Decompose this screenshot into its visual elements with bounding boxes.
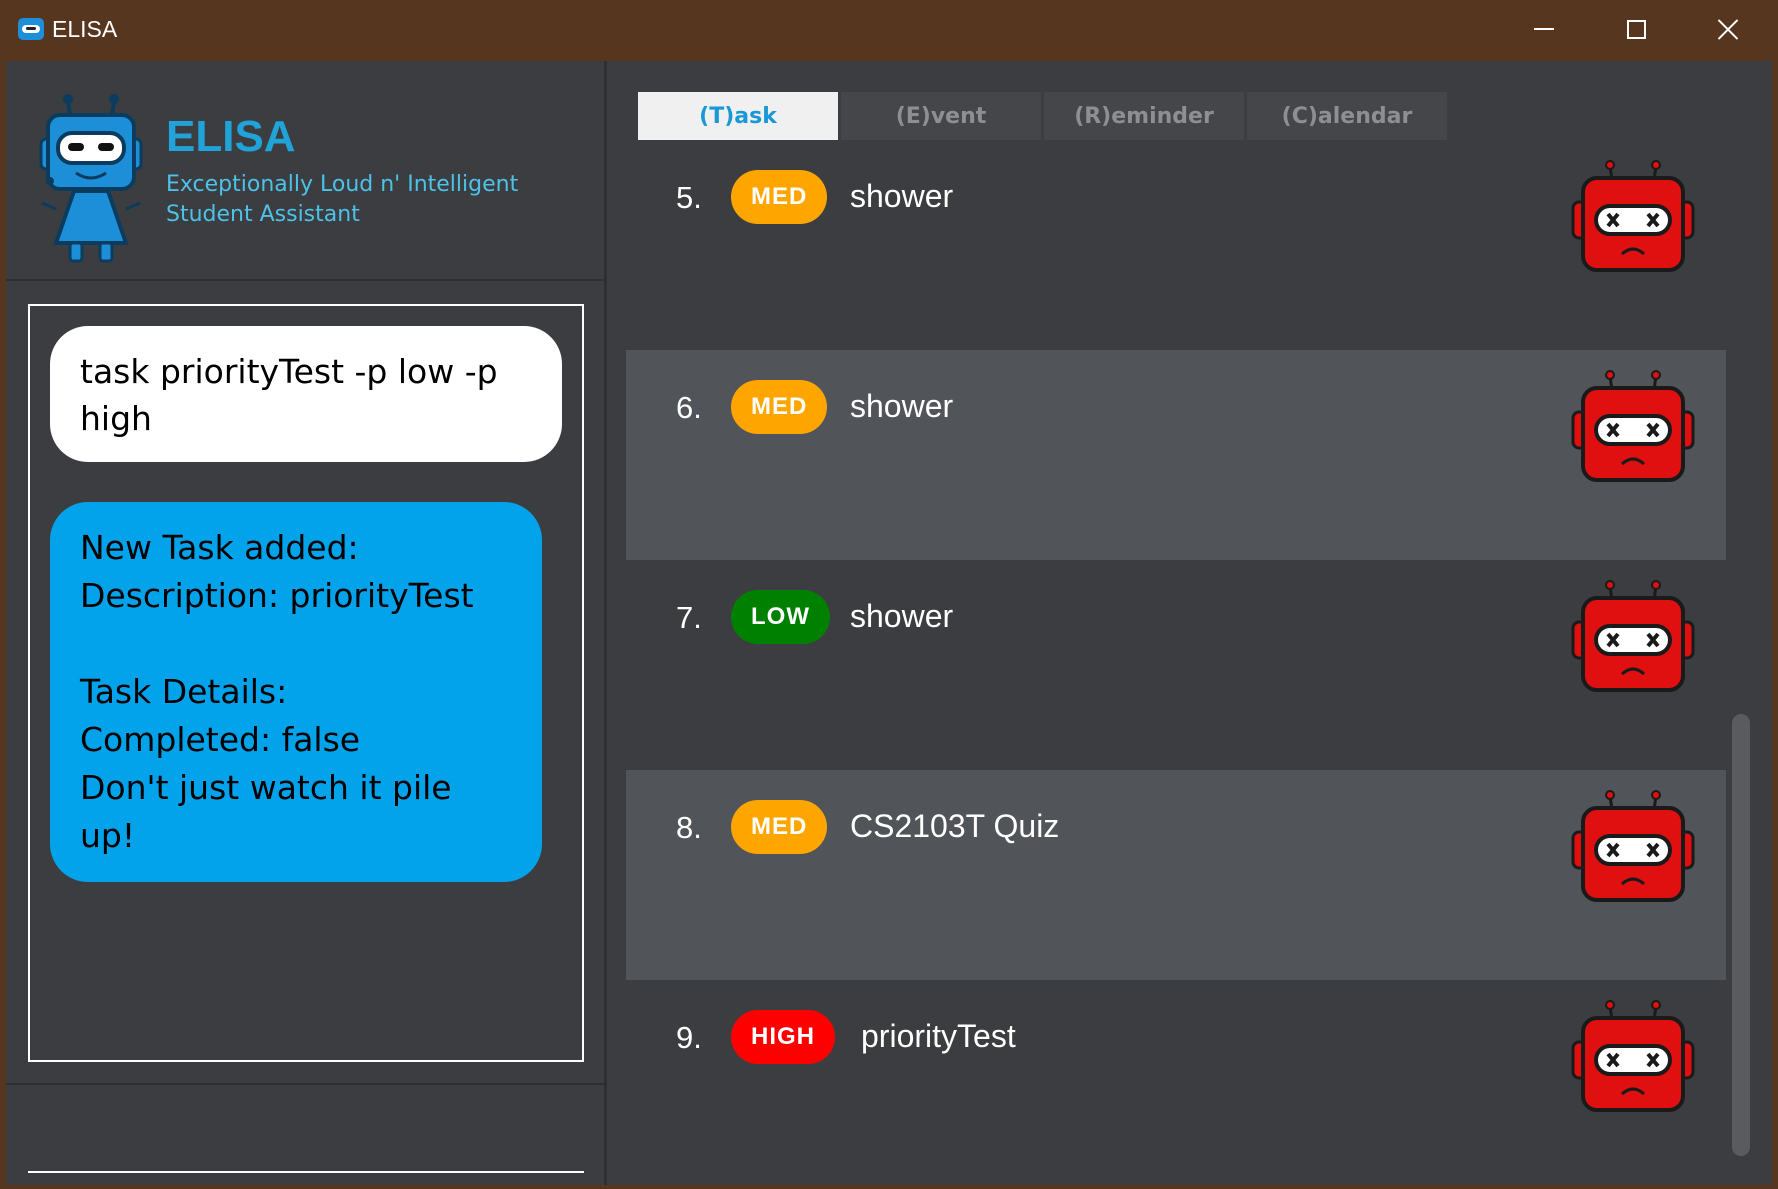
app-brand-name: ELISA [166, 112, 296, 161]
title-bar: ELISA [0, 0, 1778, 58]
priority-badge: MED [731, 380, 828, 434]
task-number: 8. [676, 810, 702, 845]
task-number: 5. [676, 180, 702, 215]
minimize-icon [1534, 28, 1554, 30]
panel-divider [604, 61, 607, 1185]
task-number: 6. [676, 390, 702, 425]
elisa-mascot-icon [39, 94, 143, 263]
chat-history[interactable]: task priorityTest -p low -p high New Tas… [28, 304, 584, 1062]
tab-task[interactable]: (T)ask [638, 92, 838, 140]
bot-message-bubble: New Task added: Description: priorityTes… [50, 502, 542, 882]
window-title: ELISA [52, 16, 118, 42]
task-description: shower [850, 598, 954, 634]
tab-reminder[interactable]: (R)eminder [1044, 92, 1244, 140]
priority-badge: HIGH [731, 1010, 835, 1064]
incomplete-robot-icon [1571, 999, 1695, 1112]
minimize-button[interactable] [1498, 0, 1590, 58]
maximize-button[interactable] [1590, 0, 1682, 58]
user-message-bubble: task priorityTest -p low -p high [50, 326, 562, 462]
task-number: 9. [676, 1020, 702, 1055]
task-description: CS2103T Quiz [850, 808, 1060, 844]
priority-badge: MED [731, 170, 828, 224]
task-row[interactable]: 7. LOW shower [626, 560, 1726, 770]
task-description: shower [850, 178, 954, 214]
task-row[interactable]: 6. MED shower [626, 350, 1726, 560]
task-row[interactable]: 5. MED shower [626, 140, 1726, 350]
task-number: 7. [676, 600, 702, 635]
app-tagline: Exceptionally Loud n' Intelligent Studen… [166, 172, 519, 227]
close-icon [1717, 18, 1739, 40]
tab-calendar[interactable]: (C)alendar [1247, 92, 1447, 140]
task-description: shower [850, 388, 954, 424]
task-list-scrollbar[interactable] [1732, 714, 1750, 1156]
command-input-area[interactable] [6, 1083, 604, 1183]
incomplete-robot-icon [1571, 789, 1695, 902]
priority-badge: MED [731, 800, 828, 854]
view-tabs: (T)ask (E)vent (R)eminder (C)alendar [638, 92, 1450, 140]
close-button[interactable] [1682, 0, 1774, 58]
incomplete-robot-icon [1571, 159, 1695, 272]
incomplete-robot-icon [1571, 369, 1695, 482]
maximize-icon [1626, 19, 1646, 39]
app-icon [18, 18, 44, 40]
tab-event[interactable]: (E)vent [841, 92, 1041, 140]
command-input-field[interactable] [28, 1171, 584, 1173]
task-list[interactable]: 5. MED shower 6. MED shower 7. LOW showe… [626, 140, 1726, 1162]
task-row[interactable]: 8. MED CS2103T Quiz [626, 770, 1726, 980]
priority-badge: LOW [731, 590, 830, 644]
task-description: priorityTest [861, 1018, 1016, 1054]
task-row[interactable]: 9. HIGH priorityTest [626, 980, 1726, 1162]
incomplete-robot-icon [1571, 579, 1695, 692]
